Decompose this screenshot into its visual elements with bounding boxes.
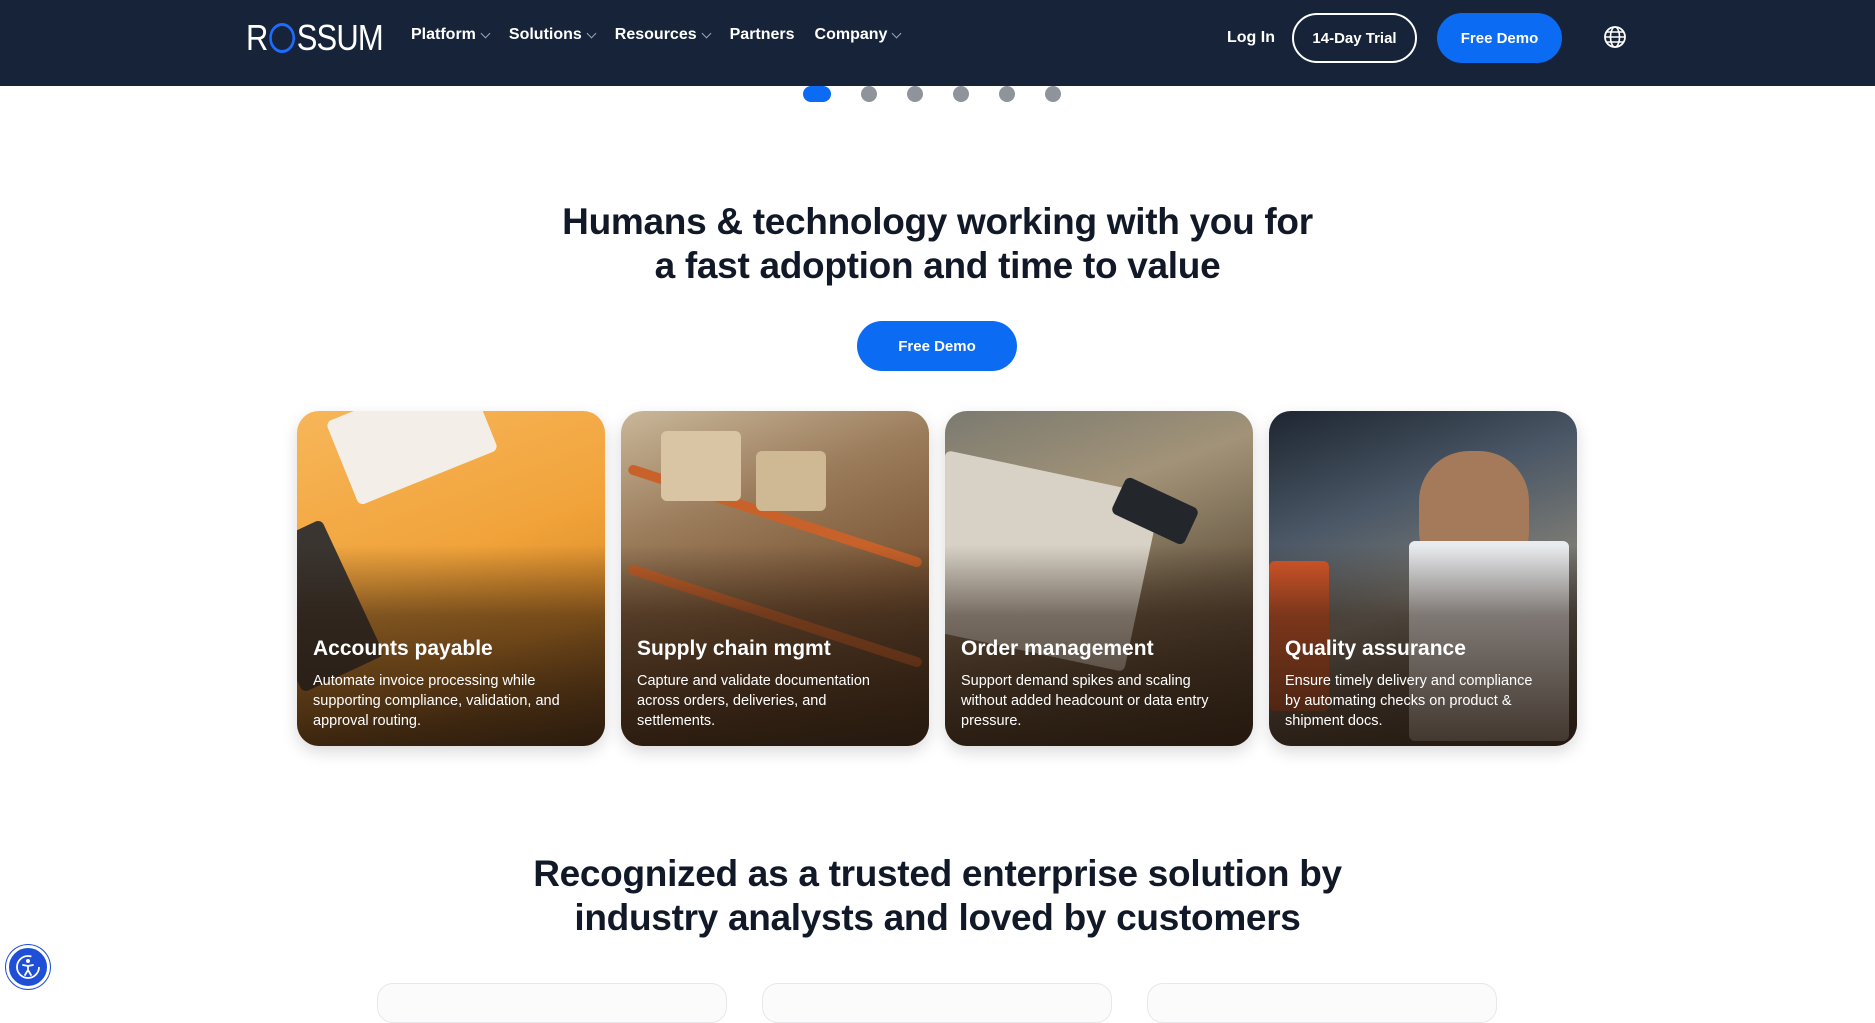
nav-resources-label: Resources bbox=[614, 26, 697, 43]
carousel-dot-6[interactable] bbox=[1045, 86, 1061, 102]
carousel-dot-3[interactable] bbox=[907, 86, 923, 102]
free-demo-button[interactable]: Free Demo bbox=[857, 321, 1017, 371]
nav-solutions-label: Solutions bbox=[508, 26, 582, 43]
free-demo-button-header[interactable]: Free Demo bbox=[1437, 13, 1562, 63]
hero-heading-line-2: a fast adoption and time to value bbox=[654, 245, 1221, 286]
nav-company[interactable]: Company bbox=[814, 26, 902, 44]
card-description: Automate invoice processing while suppor… bbox=[313, 673, 560, 729]
card-description: Capture and validate documentation acros… bbox=[637, 673, 870, 729]
review-card-partial bbox=[762, 983, 1112, 1023]
nav-partners-label: Partners bbox=[729, 26, 795, 43]
nav-platform-label: Platform bbox=[411, 26, 476, 43]
card-title: Supply chain mgmt bbox=[637, 637, 831, 660]
site-header: R SSUM Platform Solutions Resources Part… bbox=[0, 0, 1875, 86]
box-image-shape bbox=[756, 451, 826, 511]
accessibility-icon bbox=[16, 955, 40, 979]
carousel-dot-5[interactable] bbox=[999, 86, 1015, 102]
login-link[interactable]: Log In bbox=[1227, 29, 1275, 47]
nav-company-label: Company bbox=[814, 26, 888, 43]
box-image-shape bbox=[661, 431, 741, 501]
card-title: Accounts payable bbox=[313, 637, 493, 660]
logo-o-ring bbox=[269, 23, 296, 53]
card-description: Support demand spikes and scaling withou… bbox=[961, 673, 1209, 729]
recognized-heading: Recognized as a trusted enterprise solut… bbox=[0, 852, 1875, 940]
card-supply-chain[interactable]: Supply chain mgmt Capture and validate d… bbox=[621, 411, 929, 746]
recognized-heading-line-1: Recognized as a trusted enterprise solut… bbox=[533, 853, 1342, 894]
carousel-dot-4[interactable] bbox=[953, 86, 969, 102]
review-card-partial bbox=[1147, 983, 1497, 1023]
accessibility-button[interactable] bbox=[6, 945, 50, 989]
card-description: Ensure timely delivery and compliance by… bbox=[1285, 673, 1533, 729]
card-title: Quality assurance bbox=[1285, 637, 1466, 660]
use-case-cards: Accounts payable Automate invoice proces… bbox=[297, 411, 1593, 746]
carousel-pagination bbox=[803, 86, 1091, 102]
logo-letters: SSUM bbox=[296, 17, 384, 58]
nav-platform[interactable]: Platform bbox=[411, 26, 491, 44]
paper-image-shape bbox=[325, 411, 499, 506]
card-accounts-payable[interactable]: Accounts payable Automate invoice proces… bbox=[297, 411, 605, 746]
logo-letter-r: R bbox=[246, 17, 268, 58]
card-order-management[interactable]: Order management Support demand spikes a… bbox=[945, 411, 1253, 746]
nav-resources[interactable]: Resources bbox=[614, 26, 712, 44]
chevron-down-icon bbox=[480, 28, 491, 38]
nav-partners[interactable]: Partners bbox=[730, 26, 795, 44]
globe-icon[interactable] bbox=[1603, 25, 1627, 49]
main-nav: Platform Solutions Resources Partners Co… bbox=[411, 26, 920, 44]
rossum-logo[interactable]: R SSUM bbox=[246, 17, 384, 58]
carousel-dot-2[interactable] bbox=[861, 86, 877, 102]
card-title: Order management bbox=[961, 637, 1154, 660]
hero-heading: Humans & technology working with you for… bbox=[0, 200, 1875, 288]
hero-heading-line-1: Humans & technology working with you for bbox=[562, 201, 1313, 242]
card-quality-assurance[interactable]: Quality assurance Ensure timely delivery… bbox=[1269, 411, 1577, 746]
carousel-dot-1[interactable] bbox=[803, 86, 837, 102]
chevron-down-icon bbox=[892, 28, 902, 38]
recognized-heading-line-2: industry analysts and loved by customers bbox=[574, 897, 1301, 938]
review-card-partial bbox=[377, 983, 727, 1023]
chevron-down-icon bbox=[701, 28, 712, 38]
trial-button[interactable]: 14-Day Trial bbox=[1292, 13, 1417, 63]
nav-solutions[interactable]: Solutions bbox=[508, 26, 597, 44]
chevron-down-icon bbox=[586, 28, 597, 38]
